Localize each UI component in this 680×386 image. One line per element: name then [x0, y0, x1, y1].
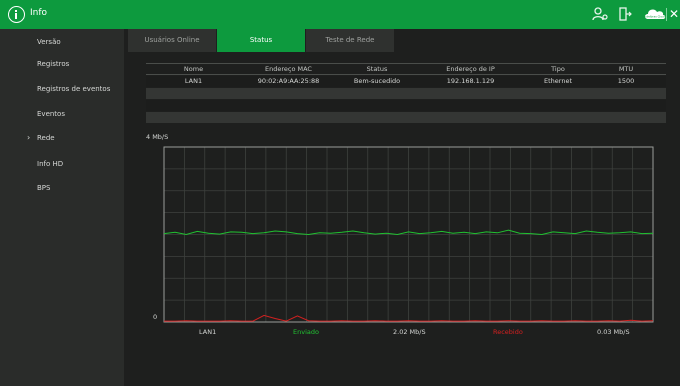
info-window: Info Intelbras Cloud ✕ Versão Registros … — [0, 0, 680, 386]
network-table: Nome Endereço MAC Status Endereço de IP … — [146, 63, 666, 125]
logout-icon[interactable] — [618, 6, 632, 22]
sidebar-item-label: Rede — [37, 134, 55, 142]
sidebar-item-bps[interactable]: BPS — [0, 178, 124, 202]
table-row-empty — [146, 100, 666, 111]
sidebar-item-label: Eventos — [37, 110, 65, 118]
legend-interface: LAN1 — [199, 328, 217, 336]
column-header: Tipo — [551, 65, 565, 73]
legend-received-value: 0.03 Mb/S — [597, 328, 630, 336]
title-separator — [666, 8, 667, 21]
chevron-right-icon: › — [27, 133, 31, 142]
column-header: MTU — [618, 65, 634, 73]
sidebar-item-rede[interactable]: › Rede — [0, 128, 124, 152]
table-cell: 192.168.1.129 — [446, 77, 495, 85]
table-row-empty — [146, 112, 666, 123]
column-header: Status — [366, 65, 388, 73]
tab-bar: Usuários Online Status Teste de Rede — [128, 29, 680, 52]
sidebar-item-registros-de-eventos[interactable]: Registros de eventos — [0, 79, 124, 103]
window-title: Info — [30, 8, 48, 18]
y-axis-max-label: 4 Mb/S — [146, 133, 169, 141]
sidebar-item-registros[interactable]: Registros — [0, 54, 124, 78]
graph-grid — [164, 147, 653, 322]
user-icon[interactable] — [592, 6, 608, 22]
legend-received-label: Recebido — [493, 328, 523, 336]
sidebar-item-label: Info HD — [37, 160, 64, 168]
table-cell: Ethernet — [544, 77, 572, 85]
table-row-empty — [146, 88, 666, 99]
title-bar: Info Intelbras Cloud ✕ — [0, 0, 680, 29]
sent-series-line — [163, 229, 654, 236]
tab-usuarios-online[interactable]: Usuários Online — [128, 29, 216, 52]
close-icon[interactable]: ✕ — [668, 6, 680, 22]
legend-sent-label: Enviado — [293, 328, 319, 336]
received-series-line — [164, 314, 654, 322]
sidebar-item-label: Registros de eventos — [37, 85, 111, 93]
sidebar: Versão Registros Registros de eventos Ev… — [0, 29, 124, 386]
table-header: Nome Endereço MAC Status Endereço de IP … — [146, 63, 666, 75]
column-header: Endereço MAC — [265, 65, 312, 73]
sidebar-item-label: Registros — [37, 60, 70, 68]
table-cell: Bem-sucedido — [353, 77, 401, 85]
sidebar-item-info-hd[interactable]: Info HD — [0, 154, 124, 178]
tab-teste-de-rede[interactable]: Teste de Rede — [306, 29, 394, 52]
table-cell: 1500 — [617, 77, 635, 85]
sidebar-item-eventos[interactable]: Eventos — [0, 104, 124, 128]
table-cell: 90:02:A9:AA:25:88 — [257, 77, 320, 85]
y-axis-min-label: 0 — [153, 313, 158, 321]
cloud-icon-text: Intelbras Cloud — [644, 14, 665, 18]
sidebar-item-versao[interactable]: Versão — [0, 32, 124, 56]
sidebar-item-label: BPS — [37, 184, 51, 192]
info-icon — [8, 6, 25, 23]
column-header: Nome — [183, 65, 204, 73]
cloud-icon[interactable]: Intelbras Cloud — [643, 6, 667, 22]
graph-frame — [163, 146, 654, 323]
sidebar-item-label: Versão — [37, 38, 61, 46]
table-cell: LAN1 — [184, 77, 203, 85]
tab-status[interactable]: Status — [217, 29, 305, 52]
table-row[interactable]: LAN1 90:02:A9:AA:25:88 Bem-sucedido 192.… — [146, 76, 666, 87]
column-header: Endereço de IP — [446, 65, 495, 73]
legend-sent-value: 2.02 Mb/S — [393, 328, 426, 336]
